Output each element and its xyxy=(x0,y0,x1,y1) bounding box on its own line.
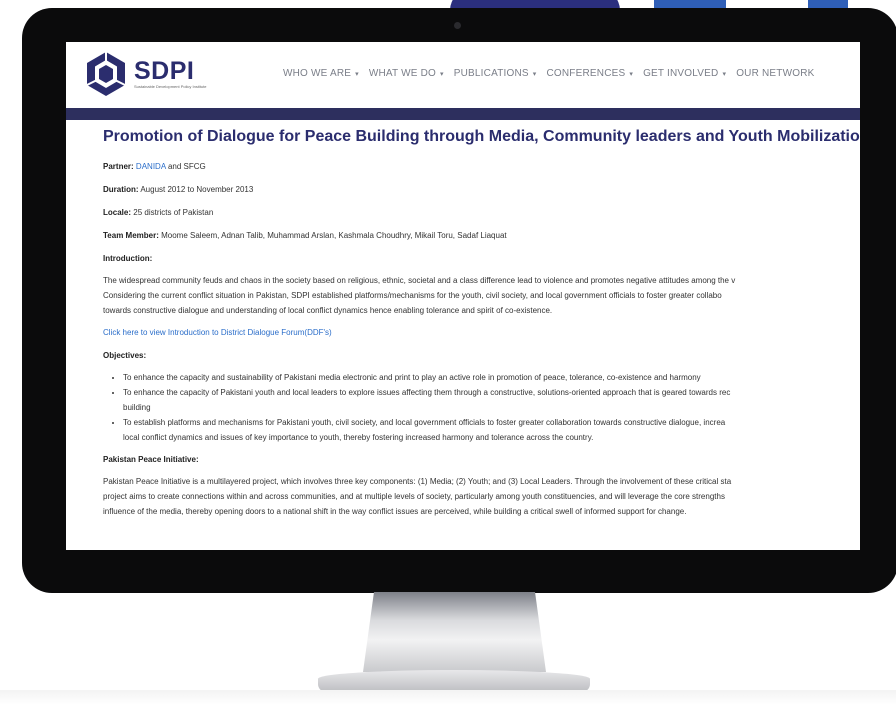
chevron-down-icon: ▾ xyxy=(722,71,727,78)
partner-line: Partner: DANIDA and SFCG xyxy=(103,162,206,171)
list-item: To enhance the capacity of Pakistani you… xyxy=(123,385,860,415)
locale-line: Locale: 25 districts of Pakistan xyxy=(103,208,214,217)
list-item: To enhance the capacity and sustainabili… xyxy=(123,370,860,385)
team-line: Team Member: Moome Saleem, Adnan Talib, … xyxy=(103,231,507,240)
introduction-heading: Introduction: xyxy=(103,254,153,263)
header-divider-bar xyxy=(66,108,860,120)
ddf-link[interactable]: Click here to view Introduction to Distr… xyxy=(103,328,860,337)
floor-shadow xyxy=(0,690,896,705)
pakistan-peace-initiative-text: Pakistan Peace Initiative is a multilaye… xyxy=(103,477,732,516)
logo-wordmark: SDPI xyxy=(134,57,195,85)
webcam xyxy=(454,22,461,29)
nav-item-get-involved[interactable]: GET INVOLVED ▾ xyxy=(643,68,726,79)
introduction-text: The widespread community feuds and chaos… xyxy=(103,276,736,315)
list-item: To establish platforms and mechanisms fo… xyxy=(123,415,860,445)
chevron-down-icon: ▾ xyxy=(440,71,444,78)
page-content: Promotion of Dialogue for Peace Building… xyxy=(103,128,860,529)
chevron-down-icon: ▾ xyxy=(355,71,359,78)
nav-item-publications[interactable]: PUBLICATIONS ▾ xyxy=(454,68,537,79)
nav-item-conferences[interactable]: CONFERENCES ▾ xyxy=(546,68,633,79)
monitor-stand-base xyxy=(318,670,590,692)
page-title: Promotion of Dialogue for Peace Building… xyxy=(103,128,860,145)
duration-line: Duration: August 2012 to November 2013 xyxy=(103,185,254,194)
objectives-list: To enhance the capacity and sustainabili… xyxy=(103,370,860,445)
partner-link[interactable]: DANIDA xyxy=(136,162,166,171)
objectives-heading: Objectives: xyxy=(103,351,147,360)
logo-tagline: Sustainable Development Policy Institute xyxy=(134,84,207,89)
pakistan-peace-initiative-heading: Pakistan Peace Initiative: xyxy=(103,455,199,464)
monitor-screen: SDPI Sustainable Development Policy Inst… xyxy=(66,42,860,550)
main-nav: WHO WE ARE ▾ WHAT WE DO ▾ PUBLICATIONS ▾ CO… xyxy=(283,68,825,79)
sdpi-logo-icon xyxy=(86,52,126,96)
monitor-stand-neck xyxy=(363,592,546,672)
nav-item-what-we-do[interactable]: WHAT WE DO ▾ xyxy=(369,68,444,79)
site-logo[interactable]: SDPI Sustainable Development Policy Inst… xyxy=(82,50,206,98)
nav-item-who-we-are[interactable]: WHO WE ARE ▾ xyxy=(283,68,359,79)
chevron-down-icon: ▾ xyxy=(532,71,537,78)
chevron-down-icon: ▾ xyxy=(629,71,634,78)
nav-item-our-network[interactable]: OUR NETWORK xyxy=(736,68,814,79)
site-header: SDPI Sustainable Development Policy Inst… xyxy=(66,42,860,106)
